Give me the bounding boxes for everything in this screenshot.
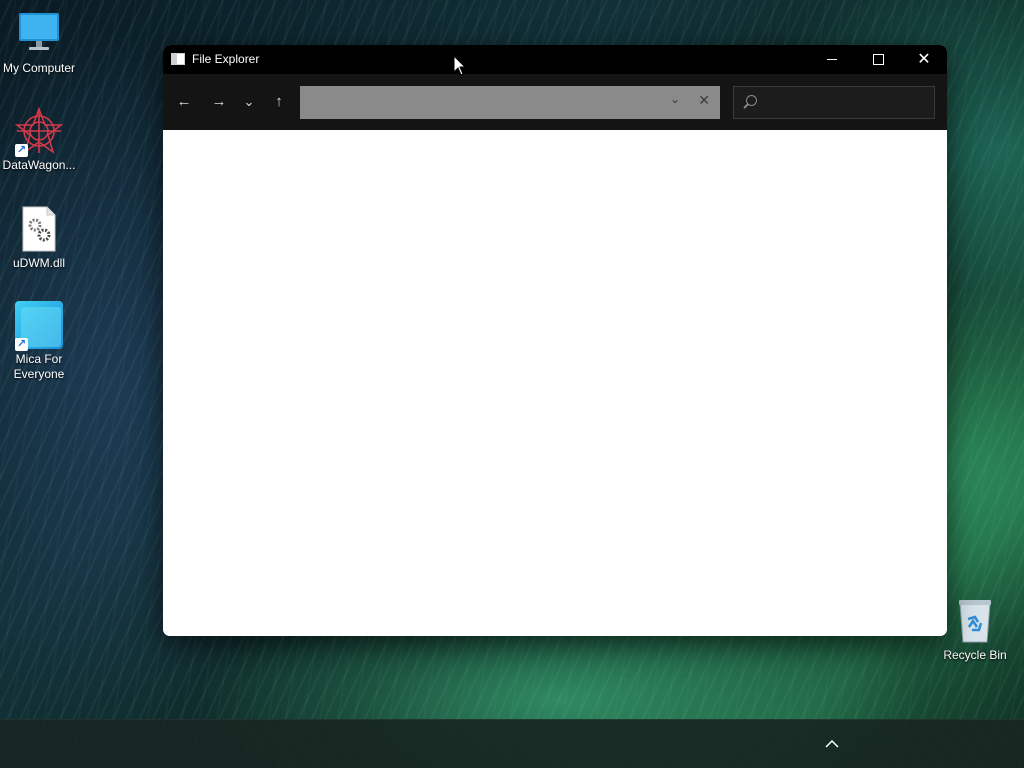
- datawagon-icon: ↗: [14, 106, 64, 157]
- arrow-right-icon: →: [211, 93, 227, 110]
- title-bar[interactable]: File Explorer ✕: [163, 45, 947, 74]
- desktop-icon-label: Recycle Bin: [943, 648, 1007, 662]
- desktop-icon-recycle-bin[interactable]: Recycle Bin: [936, 597, 1014, 663]
- search-input[interactable]: [764, 87, 928, 118]
- chevron-down-icon: ⌄: [243, 94, 255, 109]
- desktop-icon-label: DataWagon...: [2, 158, 76, 172]
- minimize-icon: [827, 59, 837, 60]
- minimize-button[interactable]: [809, 45, 855, 74]
- file-explorer-window[interactable]: File Explorer ✕ ← → ⌄ ↑ ⌄ ✕: [163, 45, 947, 636]
- monitor-icon: [15, 10, 63, 58]
- desktop-icon-mica[interactable]: ↗ Mica For Everyone: [0, 301, 78, 382]
- forward-button[interactable]: →: [206, 90, 232, 114]
- app-window-icon: [171, 53, 185, 65]
- back-button[interactable]: ←: [171, 90, 197, 114]
- arrow-left-icon: ←: [176, 93, 192, 110]
- maximize-icon: [872, 54, 884, 65]
- window-title: File Explorer: [192, 52, 260, 66]
- maximize-button[interactable]: [855, 45, 901, 74]
- desktop-icon-datawagon[interactable]: ↗ DataWagon...: [0, 106, 78, 173]
- chevron-up-icon: [825, 739, 839, 748]
- desktop-icon-label: Mica For Everyone: [13, 352, 65, 381]
- desktop: My Computer ↗ DataWagon... uDWM.dll ↗ Mi…: [0, 0, 1024, 768]
- dll-file-icon: [15, 205, 63, 253]
- shortcut-arrow-icon: ↗: [15, 338, 28, 351]
- search-box[interactable]: [733, 86, 935, 119]
- search-icon: [746, 95, 757, 106]
- close-button[interactable]: ✕: [901, 45, 947, 74]
- recent-locations-button[interactable]: ⌄: [236, 90, 262, 114]
- taskbar: [0, 719, 1024, 768]
- show-hidden-icons-button[interactable]: [822, 734, 842, 754]
- arrow-up-icon: ↑: [275, 93, 283, 110]
- address-bar[interactable]: ⌄ ✕: [300, 86, 720, 119]
- content-pane[interactable]: [163, 130, 947, 636]
- up-button[interactable]: ↑: [266, 90, 292, 114]
- desktop-icon-label: My Computer: [2, 61, 76, 75]
- desktop-icon-my-computer[interactable]: My Computer: [0, 10, 78, 76]
- mica-icon: ↗: [15, 301, 63, 351]
- navigation-toolbar: ← → ⌄ ↑ ⌄ ✕: [163, 74, 947, 130]
- shortcut-arrow-icon: ↗: [15, 144, 28, 157]
- desktop-icon-label: uDWM.dll: [12, 256, 65, 270]
- close-icon: ✕: [917, 50, 931, 68]
- address-dropdown-chevron-icon[interactable]: ⌄: [670, 92, 680, 106]
- desktop-icon-udwm[interactable]: uDWM.dll: [0, 205, 78, 271]
- address-clear-icon[interactable]: ✕: [698, 92, 710, 109]
- recycle-bin-icon: [951, 597, 999, 645]
